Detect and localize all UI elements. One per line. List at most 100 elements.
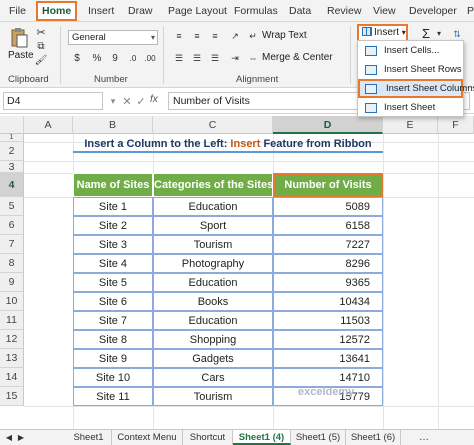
sort-filter-icon[interactable]: ⇅ [450, 28, 464, 40]
column-header-e[interactable]: E [383, 116, 438, 134]
align-right-icon[interactable]: ☰ [208, 52, 222, 64]
tab-draw[interactable]: Draw [128, 3, 153, 20]
table-cell[interactable]: Education [153, 197, 273, 216]
table-header-name[interactable]: Name of Sites [73, 173, 153, 197]
autosum-button[interactable]: Σ [422, 26, 430, 41]
table-cell[interactable]: Site 4 [73, 254, 153, 273]
format-painter-icon[interactable]: 🖌 [35, 54, 48, 66]
table-cell[interactable]: Site 6 [73, 292, 153, 311]
name-box[interactable]: D4 [3, 92, 103, 110]
table-cell[interactable]: Site 11 [73, 387, 153, 406]
increase-decimal-icon[interactable]: .0 [126, 51, 140, 65]
tab-more[interactable]: P [467, 3, 474, 20]
table-cell[interactable]: Tourism [153, 387, 273, 406]
menu-item-insert-sheet-rows[interactable]: Insert Sheet Rows [358, 60, 463, 79]
table-cell[interactable]: Site 1 [73, 197, 153, 216]
table-cell[interactable]: Tourism [153, 235, 273, 254]
table-header-category[interactable]: Categories of the Sites [153, 173, 273, 197]
table-cell[interactable]: Education [153, 311, 273, 330]
table-cell[interactable]: 7227 [273, 235, 383, 254]
tab-scroll-right-icon[interactable]: ▶ [16, 432, 26, 443]
table-cell[interactable]: Site 8 [73, 330, 153, 349]
table-cell[interactable]: Sport [153, 216, 273, 235]
table-cell[interactable]: Photography [153, 254, 273, 273]
percent-icon[interactable]: % [90, 51, 104, 65]
menu-item-insert-cells[interactable]: Insert Cells... [358, 41, 463, 60]
align-top-icon[interactable]: ≡ [172, 30, 186, 42]
align-middle-icon[interactable]: ≡ [190, 30, 204, 42]
orientation-icon[interactable]: ↗ [228, 30, 242, 42]
row-header[interactable]: 15 [0, 387, 24, 406]
column-header-b[interactable]: B [73, 116, 153, 134]
table-cell[interactable]: Site 10 [73, 368, 153, 387]
confirm-icon[interactable]: ✓ [136, 94, 146, 108]
table-cell[interactable]: 12572 [273, 330, 383, 349]
table-cell[interactable]: 10434 [273, 292, 383, 311]
copy-icon[interactable]: ⧉ [35, 40, 47, 52]
column-header-c[interactable]: C [153, 116, 273, 134]
menu-item-insert-sheet-columns[interactable]: Insert Sheet Columns [358, 79, 474, 98]
table-cell[interactable]: 14710 [273, 368, 383, 387]
table-cell[interactable]: 11503 [273, 311, 383, 330]
paste-button[interactable]: Paste [8, 50, 34, 61]
align-left-icon[interactable]: ☰ [172, 52, 186, 64]
row-header[interactable]: 4 [0, 173, 24, 197]
tab-view[interactable]: View [373, 3, 396, 20]
table-cell[interactable]: 13641 [273, 349, 383, 368]
select-all-corner[interactable] [0, 116, 24, 134]
table-cell[interactable]: Shopping [153, 330, 273, 349]
tab-page-layout[interactable]: Page Layout [168, 3, 227, 20]
row-header[interactable]: 14 [0, 368, 24, 387]
more-sheets-icon[interactable]: … [418, 431, 430, 444]
tab-file[interactable]: File [9, 3, 26, 20]
sheet-tab[interactable]: Shortcut [183, 430, 233, 445]
tab-scroll-left-icon[interactable]: ◀ [4, 432, 14, 443]
row-header[interactable]: 6 [0, 216, 24, 235]
row-header[interactable]: 5 [0, 197, 24, 216]
table-cell[interactable]: 9365 [273, 273, 383, 292]
indent-icon[interactable]: ⇥ [228, 52, 242, 64]
row-header[interactable]: 9 [0, 273, 24, 292]
row-header[interactable]: 8 [0, 254, 24, 273]
table-header-visits[interactable]: Number of Visits [273, 173, 383, 197]
column-header-d[interactable]: D [273, 116, 383, 134]
table-cell[interactable]: 6158 [273, 216, 383, 235]
chevron-down-icon[interactable]: ▾ [108, 94, 118, 108]
align-center-icon[interactable]: ☰ [190, 52, 204, 64]
tab-data[interactable]: Data [289, 3, 311, 20]
currency-icon[interactable]: $ [70, 51, 84, 65]
align-bottom-icon[interactable]: ≡ [208, 30, 222, 42]
table-cell[interactable]: Site 3 [73, 235, 153, 254]
table-cell[interactable]: Books [153, 292, 273, 311]
number-format-select[interactable]: General ▾ [68, 30, 158, 45]
tab-formulas[interactable]: Formulas [234, 3, 278, 20]
sheet-tab[interactable]: Sheet1 (5) [291, 430, 346, 445]
table-cell[interactable]: Site 7 [73, 311, 153, 330]
wrap-text-button[interactable]: Wrap Text [262, 30, 307, 41]
menu-item-insert-sheet[interactable]: Insert Sheet [358, 98, 463, 117]
cancel-icon[interactable]: ✕ [122, 94, 132, 108]
row-header[interactable]: 2 [0, 142, 24, 161]
row-header[interactable]: 10 [0, 292, 24, 311]
comma-style-icon[interactable]: 9 [108, 51, 122, 65]
paste-icon[interactable] [8, 26, 30, 50]
fx-icon[interactable]: fx [150, 94, 158, 105]
table-cell[interactable]: Gadgets [153, 349, 273, 368]
table-cell[interactable]: Site 9 [73, 349, 153, 368]
row-header[interactable]: 1 [0, 134, 24, 142]
sheet-tab[interactable]: Sheet1 [66, 430, 112, 445]
tab-home[interactable]: Home [36, 1, 78, 21]
tab-developer[interactable]: Developer [409, 3, 457, 20]
chevron-down-icon[interactable]: ▾ [434, 28, 444, 38]
row-header[interactable]: 7 [0, 235, 24, 254]
row-header[interactable]: 12 [0, 330, 24, 349]
table-cell[interactable]: Cars [153, 368, 273, 387]
sheet-tab[interactable]: Sheet1 (6) [346, 430, 401, 445]
row-header[interactable]: 13 [0, 349, 24, 368]
decrease-decimal-icon[interactable]: .00 [143, 51, 157, 65]
sheet-tab-active[interactable]: Sheet1 (4) [233, 430, 291, 445]
table-cell[interactable]: Site 2 [73, 216, 153, 235]
column-header-f[interactable]: F [438, 116, 474, 134]
column-header-a[interactable]: A [24, 116, 73, 134]
table-cell[interactable]: Education [153, 273, 273, 292]
